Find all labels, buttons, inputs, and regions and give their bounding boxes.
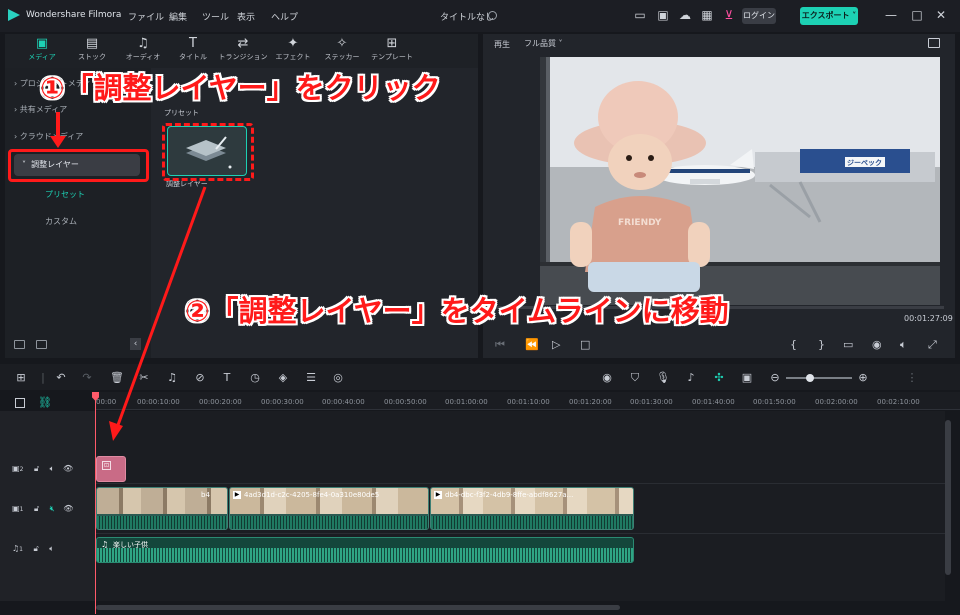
arrow-step2-head — [109, 421, 123, 441]
arrow-step2 — [116, 186, 207, 426]
annotation-arrows — [50, 112, 207, 441]
arrow-step1-head — [50, 136, 66, 148]
